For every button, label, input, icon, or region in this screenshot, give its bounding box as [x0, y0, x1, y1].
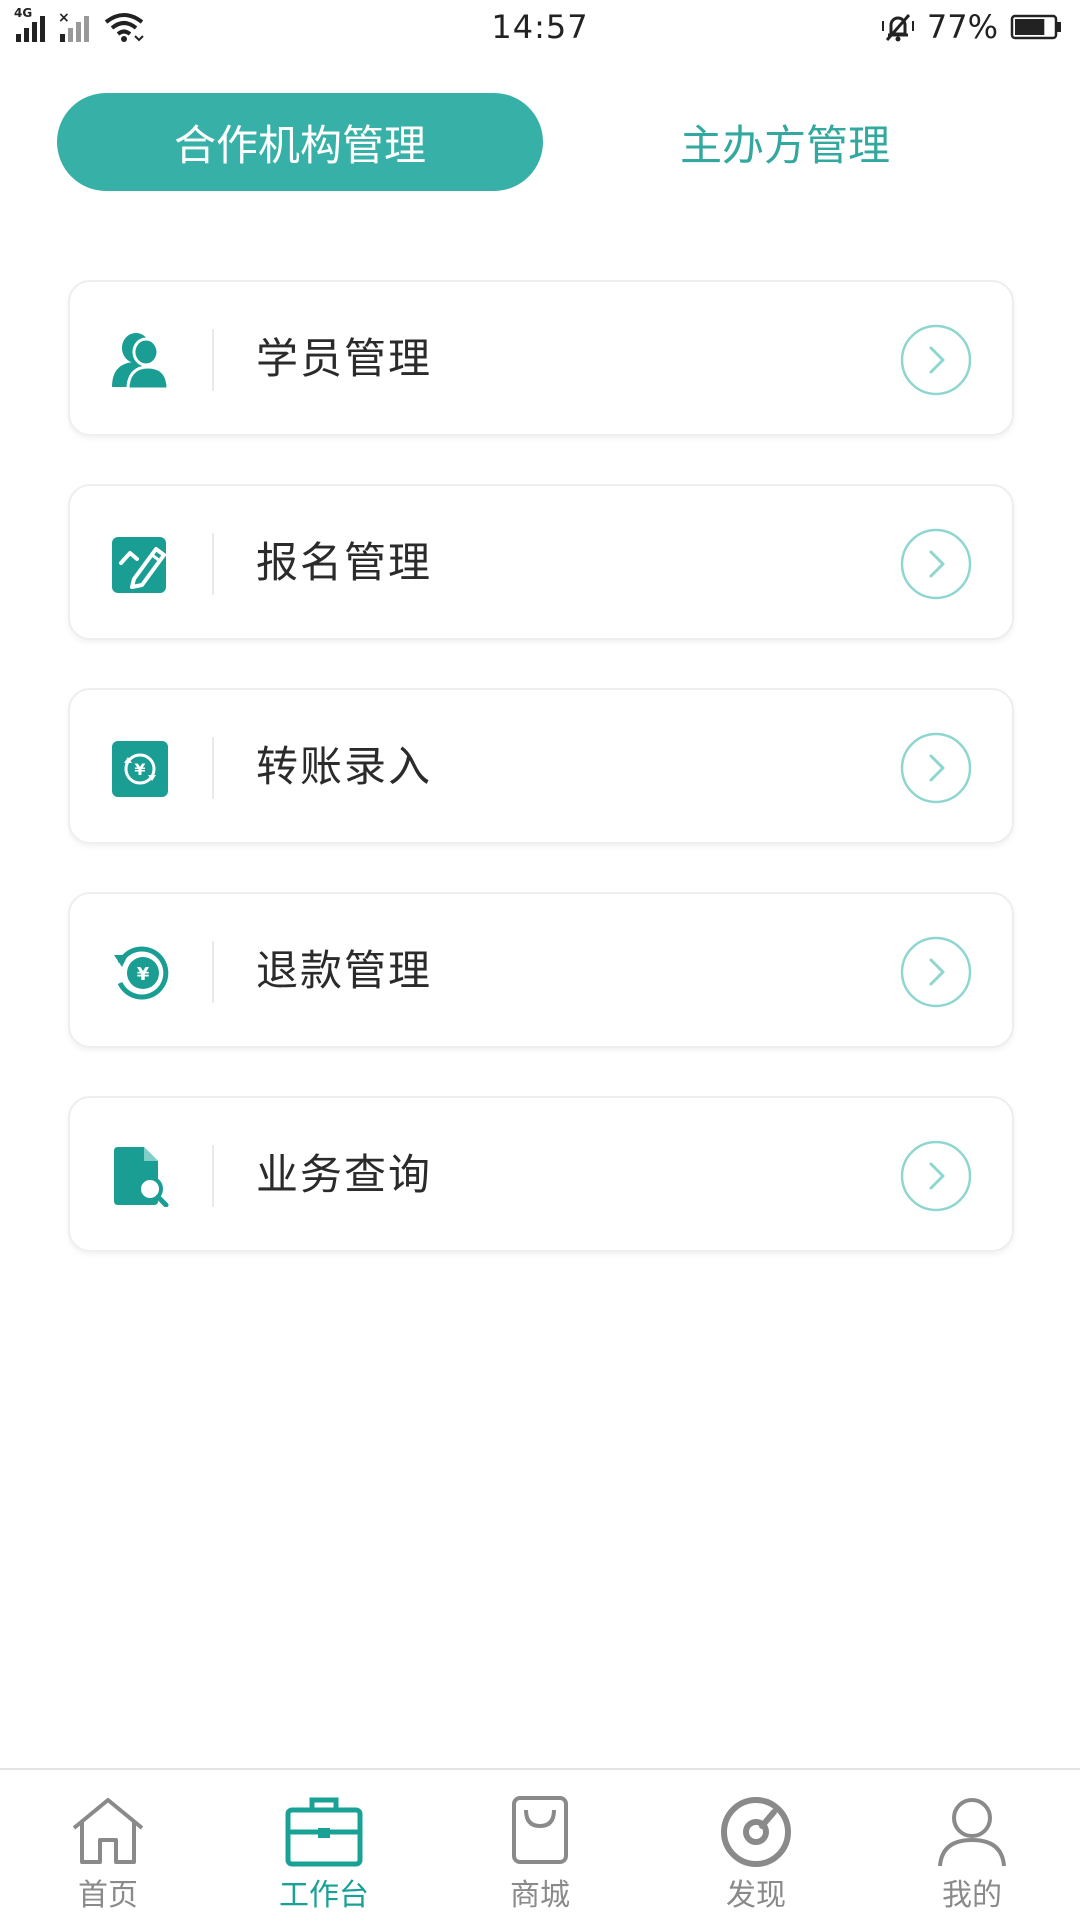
card-divider [212, 329, 214, 391]
nav-item-discover[interactable]: 发现 [648, 1770, 864, 1922]
briefcase-icon [285, 1797, 363, 1867]
refund-yuan-icon: ¥ [114, 946, 169, 1000]
nav-item-mall[interactable]: 商城 [432, 1770, 648, 1922]
menu-item-business-query[interactable]: 业务查询 [68, 1096, 1014, 1252]
svg-text:¥: ¥ [134, 760, 145, 779]
tab-partner-org-management[interactable]: 合作机构管理 [57, 93, 543, 191]
status-bar: 4G × 14:57 77% [0, 0, 1080, 60]
card-divider [212, 941, 214, 1003]
status-right: 77% [881, 8, 1064, 46]
edit-icon [112, 537, 166, 593]
menu-item-transfer-entry[interactable]: ¥ 转账录入 [68, 688, 1014, 844]
home-icon [72, 1798, 144, 1864]
chevron-right-circle-icon[interactable] [900, 1140, 972, 1212]
user-icon [112, 333, 170, 391]
nav-label: 首页 [78, 1878, 138, 1913]
card-divider [212, 533, 214, 595]
nav-item-mine[interactable]: 我的 [864, 1770, 1080, 1922]
nav-label: 发现 [726, 1878, 786, 1913]
card-divider [212, 737, 214, 799]
bottom-nav: 首页 工作台 商城 发现 我的 [0, 1768, 1080, 1922]
nav-item-home[interactable]: 首页 [0, 1770, 216, 1922]
svg-text:¥: ¥ [137, 964, 150, 985]
menu-item-refund-management[interactable]: ¥ 退款管理 [68, 892, 1014, 1048]
battery-icon [1010, 14, 1061, 40]
nav-label: 商城 [510, 1878, 570, 1913]
tab-organizer-management[interactable]: 主办方管理 [560, 93, 1010, 191]
menu-item-registration-management[interactable]: 报名管理 [68, 484, 1014, 640]
menu-item-label: 退款管理 [256, 946, 433, 995]
menu-item-label: 转账录入 [256, 742, 433, 791]
chevron-right-circle-icon[interactable] [900, 936, 972, 1008]
profile-icon [938, 1798, 1006, 1867]
document-search-icon [114, 1147, 169, 1207]
card-divider [212, 1145, 214, 1207]
chevron-right-circle-icon[interactable] [900, 528, 972, 600]
menu-item-label: 学员管理 [256, 334, 433, 383]
nav-label: 工作台 [279, 1878, 369, 1913]
nav-item-workbench[interactable]: 工作台 [216, 1770, 432, 1922]
nav-label: 我的 [942, 1878, 1002, 1913]
menu-item-label: 业务查询 [256, 1150, 433, 1199]
battery-percent: 77% [926, 8, 998, 46]
menu-item-student-management[interactable]: 学员管理 [68, 280, 1014, 436]
menu-item-label: 报名管理 [256, 538, 433, 587]
transfer-yuan-icon: ¥ [112, 741, 168, 797]
shopping-bag-icon [512, 1796, 568, 1864]
chevron-right-circle-icon[interactable] [900, 732, 972, 804]
chevron-right-circle-icon[interactable] [900, 324, 972, 396]
compass-icon [721, 1797, 791, 1867]
mute-bell-icon [881, 14, 914, 42]
